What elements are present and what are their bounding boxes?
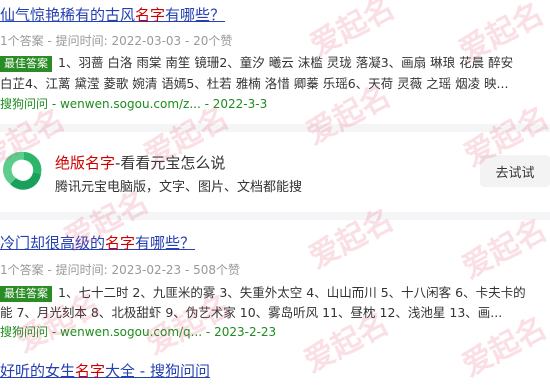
section-divider: [0, 124, 550, 132]
result-2-date: 2023-2-23: [214, 325, 277, 339]
yuanbao-logo-icon: [2, 151, 43, 190]
result-3-title-highlight: 名字: [75, 362, 106, 380]
result-1-source[interactable]: 搜狗问问 - wenwen.sogou.com/z... - 2022-3-3: [0, 95, 267, 112]
result-1-url: wenwen.sogou.com/z...: [59, 97, 201, 111]
watermark: 爱起名: [303, 202, 400, 276]
result-1-meta: 1个答案 - 提问时间: 2022-03-03 - 20个赞: [0, 34, 233, 48]
result-2-title-text: 冷门却很高级的: [0, 234, 106, 252]
result-1-answer-text-1: 1、羽蔷 白洛 雨棠 南笙 镜珊2、童汐 曦云 沫槛 灵珑 落凝3、画扇 琳琅 …: [58, 55, 514, 70]
result-1-title-text: 仙气惊艳稀有的古风: [0, 6, 136, 24]
result-2-meta: 1个答案 - 提问时间: 2023-02-23 - 508个赞: [0, 263, 241, 277]
result-1-source-name: 搜狗问问: [0, 97, 49, 111]
result-1-answer-line-1: 最佳答案 1、羽蔷 白洛 雨棠 南笙 镜珊2、童汐 曦云 沫槛 灵珑 落凝3、画扇…: [0, 52, 513, 72]
result-2-answer-line-2: 能 7、月光刻本 8、北极甜虾 9、伪艺术家 10、雾岛听风 11、昼枕 12、…: [0, 305, 503, 320]
result-1-date: 2022-3-3: [212, 97, 268, 111]
result-2-source[interactable]: 搜狗问问 - wenwen.sogou.com/q... - 2023-2-23: [0, 323, 276, 340]
result-1-title-suffix: 有哪些？: [165, 6, 226, 24]
result-2-url: wenwen.sogou.com/q...: [59, 325, 203, 339]
best-answer-badge: 最佳答案: [0, 286, 52, 302]
ad-title-text: -看看元宝怎么说: [115, 154, 226, 172]
result-3-title-text: 好听的女生: [0, 362, 76, 380]
try-it-button[interactable]: 去试试: [480, 155, 550, 187]
result-3-title[interactable]: 好听的女生名字大全 - 搜狗问问: [0, 360, 210, 381]
result-3-title-suffix: 大全 - 搜狗问问: [105, 362, 210, 380]
result-2-answer-line-1: 最佳答案 1、七十二时 2、九匪米的雾 3、失重外太空 4、山山而川 5、十八闲客…: [0, 282, 526, 302]
result-2-title-highlight: 名字: [105, 234, 136, 252]
result-2-title-suffix: 有哪些？: [135, 234, 196, 252]
best-answer-badge: 最佳答案: [0, 56, 52, 72]
section-divider: [0, 212, 550, 220]
result-2-title[interactable]: 冷门却很高级的名字有哪些？: [0, 232, 195, 253]
ad-title-highlight: 绝版名字: [55, 154, 116, 172]
ad-description: 腾讯元宝电脑版，文字、图片、文档都能搜: [55, 180, 303, 195]
result-1-title[interactable]: 仙气惊艳稀有的古风名字有哪些？: [0, 4, 225, 25]
ad-title[interactable]: 绝版名字-看看元宝怎么说: [55, 152, 225, 173]
result-2-source-name: 搜狗问问: [0, 325, 49, 339]
result-2-answer-text-1: 1、七十二时 2、九匪米的雾 3、失重外太空 4、山山而川 5、十八闲客 6、卡…: [58, 285, 526, 300]
result-1-answer-line-2: 白芷4、江蓠 黛滢 菱歌 婉清 语嫣5、杜若 雅楠 洛惜 卿蓁 乐瑶6、天荷 灵…: [0, 76, 509, 91]
result-1-title-highlight: 名字: [135, 6, 166, 24]
